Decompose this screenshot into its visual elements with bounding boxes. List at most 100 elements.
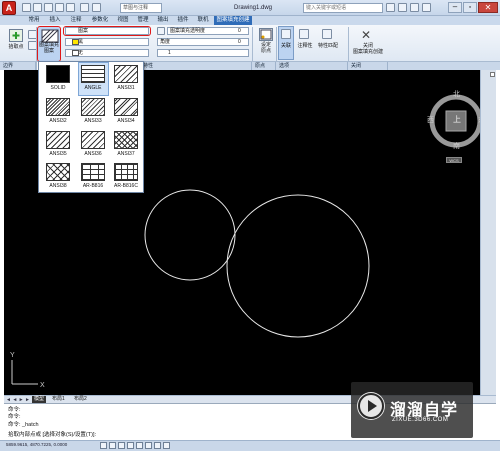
pattern-solid[interactable] xyxy=(46,65,70,83)
pattern-ansi36[interactable] xyxy=(81,131,105,149)
compass-west[interactable]: 西 xyxy=(427,115,434,125)
tab-insert[interactable]: 插入 xyxy=(46,16,64,25)
hatch-pattern-label: 图案填充 图案 xyxy=(38,42,59,54)
transparency-field[interactable]: 图案填充透明度 xyxy=(167,27,249,35)
status-bar xyxy=(0,440,500,451)
annotative-icon[interactable] xyxy=(299,29,309,39)
transparency-icon xyxy=(157,27,165,35)
binoculars-icon[interactable] xyxy=(386,3,395,12)
pattern-label: AR-B816 xyxy=(82,183,104,189)
pattern-ansi31[interactable] xyxy=(114,65,138,83)
open-file-icon[interactable] xyxy=(33,3,42,12)
associative-icon xyxy=(281,29,291,39)
minimize-button[interactable]: – xyxy=(448,2,462,13)
pick-points-label[interactable]: 拾取点 xyxy=(3,44,29,50)
tab-home[interactable]: 常用 xyxy=(25,16,43,25)
pattern-label: AR-B816C xyxy=(114,183,138,189)
set-origin-icon[interactable] xyxy=(259,28,273,41)
annotative-label[interactable]: 注释性 xyxy=(295,43,315,49)
close-hatch-icon[interactable]: ✕ xyxy=(361,28,371,42)
panel-close[interactable]: 关闭 xyxy=(348,62,388,70)
pattern-ansi34[interactable] xyxy=(114,98,138,116)
command-history-line: 命令: xyxy=(8,414,21,420)
tab-view[interactable]: 视图 xyxy=(114,16,132,25)
lineweight-icon[interactable] xyxy=(154,442,161,449)
ortho-icon[interactable] xyxy=(118,442,125,449)
command-prompt[interactable]: 拾取内部点或 [选择对象(S)/设置(T)]: xyxy=(8,430,96,438)
app-menu-button[interactable]: A xyxy=(2,1,16,15)
exchange-icon[interactable] xyxy=(410,3,419,12)
undo-icon[interactable] xyxy=(80,3,89,12)
otrack-icon[interactable] xyxy=(145,442,152,449)
pattern-ansi37[interactable] xyxy=(114,131,138,149)
pattern-label: ANGLE xyxy=(84,85,102,91)
osnap-icon[interactable] xyxy=(136,442,143,449)
tab-parametric[interactable]: 参数化 xyxy=(88,16,112,25)
wcs-menu[interactable]: WCS xyxy=(446,157,462,163)
close-button[interactable]: ✕ xyxy=(478,2,498,13)
model-space-icon[interactable] xyxy=(163,442,170,449)
circle-small xyxy=(144,189,236,281)
maximize-button[interactable]: ▫ xyxy=(463,2,477,13)
tab-plugins[interactable]: 插件 xyxy=(174,16,192,25)
save-as-icon[interactable] xyxy=(55,3,64,12)
ucs-icon: Y X xyxy=(10,352,45,389)
tab-manage[interactable]: 管理 xyxy=(134,16,152,25)
close-hatch-label[interactable]: 关闭 图案填充创建 xyxy=(350,43,386,55)
tab-annotate[interactable]: 注释 xyxy=(67,16,85,25)
match-properties-icon[interactable] xyxy=(322,29,332,39)
no-color-swatch xyxy=(72,50,79,56)
circle-large xyxy=(226,194,370,338)
scale-field[interactable]: 1 xyxy=(157,49,249,57)
layout-tab-model[interactable]: 模型 xyxy=(32,396,47,403)
grid-icon[interactable] xyxy=(109,442,116,449)
pattern-ar-b816[interactable] xyxy=(81,163,105,181)
redo-icon[interactable] xyxy=(92,3,101,12)
set-origin-label: 设定 原点 xyxy=(260,42,271,54)
viewcube-top-face[interactable]: 上 xyxy=(453,114,461,125)
pattern-ar-b816c[interactable] xyxy=(114,163,138,181)
compass-south[interactable]: 南 xyxy=(453,141,460,151)
cursor-coordinates: 5859.9615, 4870.7225, 0.0000 xyxy=(6,442,68,447)
save-icon[interactable] xyxy=(44,3,53,12)
transparency-label: 图案填充透明度 xyxy=(170,28,206,34)
hatch-type-select[interactable]: 图案 xyxy=(65,27,149,35)
vertical-scrollbar[interactable] xyxy=(480,70,496,395)
plot-icon[interactable] xyxy=(66,3,75,12)
polar-icon[interactable] xyxy=(127,442,134,449)
associative-label: 关联 xyxy=(280,43,291,49)
pattern-label: SOLID xyxy=(50,85,66,91)
pattern-label: ANSI37 xyxy=(117,151,135,157)
pick-points-icon[interactable] xyxy=(9,29,23,42)
workspace-select[interactable]: 草图与注释 xyxy=(120,3,162,13)
panel-properties[interactable]: 特性 xyxy=(140,62,252,70)
search-input[interactable]: 键入关键字或短语 xyxy=(303,3,383,13)
user-icon[interactable] xyxy=(398,3,407,12)
pattern-ansi32[interactable] xyxy=(46,98,70,116)
pattern-label: ANSI33 xyxy=(84,118,102,124)
match-properties-label[interactable]: 特性匹配 xyxy=(316,43,340,49)
viewport-restore-icon[interactable] xyxy=(490,72,495,77)
help-icon[interactable] xyxy=(422,3,431,12)
new-file-icon[interactable] xyxy=(22,3,31,12)
layout-tab-layout1[interactable]: 布局1 xyxy=(50,396,67,403)
snap-icon[interactable] xyxy=(100,442,107,449)
pattern-ansi38[interactable] xyxy=(46,163,70,181)
panel-boundary[interactable]: 边界 xyxy=(0,62,36,70)
pattern-ansi33[interactable] xyxy=(81,98,105,116)
tab-hatch-creation[interactable]: 图案填充创建 xyxy=(214,16,252,25)
pattern-label: ANSI32 xyxy=(49,118,67,124)
layout-tab-layout2[interactable]: 布局2 xyxy=(72,396,89,403)
tab-online[interactable]: 联机 xyxy=(194,16,212,25)
panel-options[interactable]: 选项 xyxy=(276,62,348,70)
angle-field[interactable]: 角度 xyxy=(157,38,249,46)
compass-north[interactable]: 北 xyxy=(453,89,460,99)
pattern-angle[interactable] xyxy=(81,65,105,83)
play-logo-icon xyxy=(357,392,385,420)
color-swatch xyxy=(72,39,79,45)
command-history-line: 命令: _hatch xyxy=(8,422,39,428)
pattern-ansi35[interactable] xyxy=(46,131,70,149)
panel-origin[interactable]: 原点 xyxy=(252,62,276,70)
tab-output[interactable]: 输出 xyxy=(154,16,172,25)
transparency-value: 0 xyxy=(238,28,241,34)
